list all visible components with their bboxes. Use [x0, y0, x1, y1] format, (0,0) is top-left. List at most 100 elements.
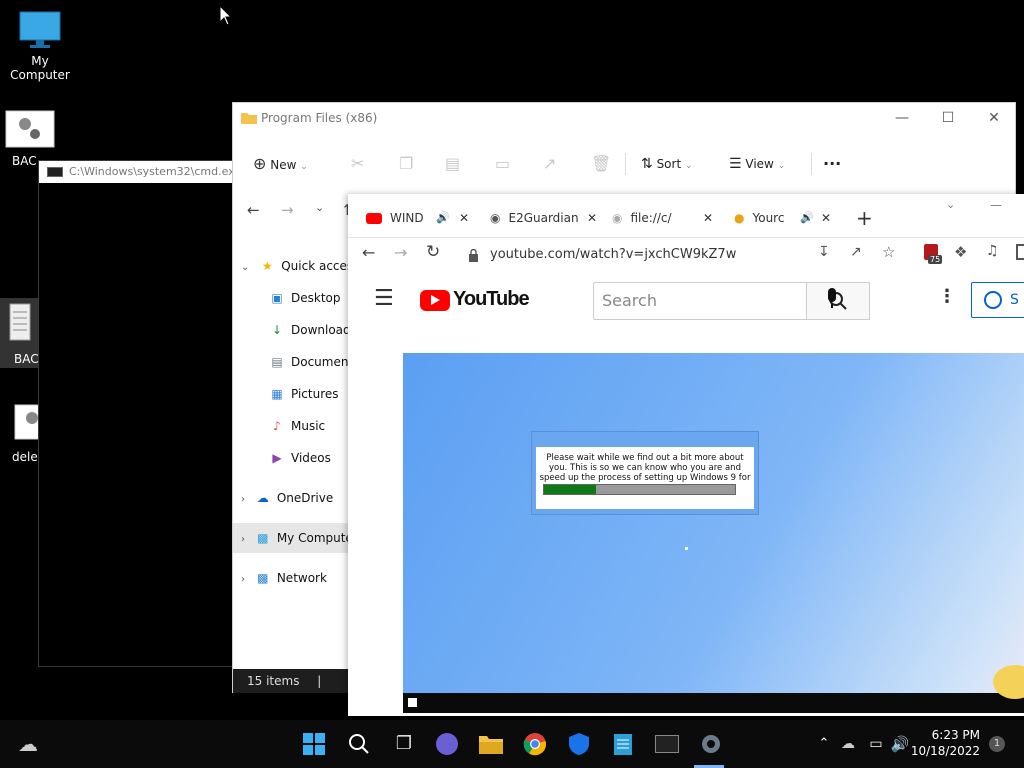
clock-date: 10/18/2022	[910, 744, 980, 758]
search-button[interactable]	[345, 730, 373, 758]
media-control-icon[interactable]: ♫	[986, 243, 999, 259]
chrome-icon[interactable]	[521, 730, 549, 758]
rename-icon[interactable]: ▭	[495, 151, 510, 177]
minimize-button[interactable]: —	[990, 198, 1002, 212]
install-icon[interactable]: ↧	[818, 244, 830, 260]
document-icon: ▤	[271, 355, 283, 369]
tree-item-onedrive[interactable]: › ☁ OneDrive	[233, 483, 351, 513]
security-shield-icon[interactable]	[565, 730, 593, 758]
item-count: 15 items	[247, 674, 300, 688]
view-icon: ☰	[729, 156, 742, 172]
start-button[interactable]	[300, 730, 328, 758]
youtube-play-icon	[420, 290, 450, 311]
desktop-icon-my-computer[interactable]: My Computer	[0, 10, 80, 82]
back-arrow-icon[interactable]: ←	[247, 201, 260, 219]
tab-label: file://c/	[630, 211, 672, 225]
video-player[interactable]: Please wait while we find out a bit more…	[403, 353, 1024, 713]
forward-arrow-icon[interactable]: →	[281, 201, 294, 219]
tree-item-pictures[interactable]: ▦ Pictures	[233, 379, 351, 409]
desktop-icon-bac-1[interactable]: BAC	[0, 110, 62, 168]
tree-item-desktop[interactable]: ▣ Desktop	[233, 283, 351, 313]
tree-item-music[interactable]: ♪ Music	[233, 411, 351, 441]
sort-icon: ⇅	[641, 156, 653, 172]
cmd-window[interactable]: C:\Windows\system32\cmd.ex	[38, 160, 238, 667]
recent-dropdown-icon[interactable]: ⌄	[315, 201, 324, 214]
tab-close-icon[interactable]: ✕	[584, 204, 600, 232]
maximize-button[interactable]: ☐	[925, 103, 971, 133]
plus-circle-icon: ⊕	[253, 154, 267, 173]
cut-icon[interactable]: ✂	[351, 151, 364, 177]
new-tab-button[interactable]: +	[856, 206, 873, 230]
tab-close-icon[interactable]: ✕	[818, 204, 834, 232]
desktop-icon-delet[interactable]: delet	[0, 404, 42, 464]
tab-close-icon[interactable]: ✕	[456, 204, 472, 232]
tree-item-quick-access[interactable]: ⌄ ★ Quick access	[233, 251, 351, 281]
tree-item-downloads[interactable]: ↓ Downloads	[233, 315, 351, 345]
copy-icon[interactable]: ❐	[399, 151, 413, 177]
tab-label: E2Guardian	[508, 211, 579, 225]
download-icon: ↓	[271, 323, 283, 337]
tree-item-label: Documents	[291, 355, 351, 369]
puzzle-icon[interactable]: ❖	[954, 243, 967, 261]
explorer-title-bar[interactable]: Program Files (x86) — ☐ ✕	[233, 103, 1015, 133]
back-arrow-icon[interactable]: ←	[362, 243, 375, 262]
tab-file[interactable]: ◉ file://c/ ✕	[612, 204, 716, 232]
forward-arrow-icon[interactable]: →	[394, 243, 407, 262]
tab-label: WIND	[390, 211, 424, 225]
tab-yourc[interactable]: ● Yourc 🔊 ✕	[734, 204, 836, 232]
sort-label: Sort	[656, 157, 682, 171]
share-icon[interactable]: ↗	[850, 244, 862, 260]
new-button[interactable]: ⊕ New ⌄	[253, 151, 308, 177]
notepad-icon[interactable]	[609, 730, 637, 758]
sign-in-button[interactable]: S	[971, 282, 1024, 318]
tab-e2guardian[interactable]: ◉ E2Guardian ✕	[490, 204, 600, 232]
file-explorer-icon[interactable]	[477, 730, 505, 758]
minimize-button[interactable]: —	[879, 103, 925, 133]
reload-icon[interactable]: ↻	[426, 242, 440, 262]
mouse-cursor-icon	[219, 5, 233, 26]
speaker-icon: 🔊	[800, 211, 814, 224]
share-icon[interactable]: ↗	[543, 151, 556, 177]
clock[interactable]: 6:23 PM 10/18/2022	[910, 728, 980, 758]
settings-gear-icon[interactable]	[697, 730, 725, 758]
tree-item-label: OneDrive	[276, 491, 334, 505]
terminal-icon[interactable]	[653, 730, 681, 758]
voice-search-icon[interactable]	[826, 288, 838, 310]
view-button[interactable]: ☰ View ⌄	[729, 151, 785, 177]
desktop-icon-bac-2[interactable]: BAC	[0, 298, 40, 368]
network-icon: ▩	[257, 571, 269, 585]
chrome-window[interactable]: WIND 🔊 ✕ ◉ E2Guardian ✕ ◉ file://c/ ✕ ● You…	[348, 194, 1024, 716]
tree-item-network[interactable]: › ▩ Network	[233, 563, 351, 593]
tab-close-icon[interactable]: ✕	[700, 204, 716, 232]
more-options-icon[interactable]: ⋮	[938, 286, 956, 307]
teams-chat-icon[interactable]	[433, 730, 461, 758]
tree-item-videos[interactable]: ▶ Videos	[233, 443, 351, 473]
task-view-icon[interactable]: ❐	[390, 730, 418, 758]
paste-icon[interactable]: ▤	[445, 151, 460, 177]
close-button[interactable]: ✕	[971, 103, 1017, 133]
side-panel-icon[interactable]	[1016, 244, 1024, 260]
explorer-command-bar: ⊕ New ⌄ ✂ ❐ ▤ ▭ ↗ 🗑 ⇅ Sort ⌄ ☰ View ⌄ ··…	[233, 143, 1015, 183]
youtube-wordmark: YouTube	[453, 288, 530, 310]
search-button[interactable]	[806, 282, 870, 320]
windows-logo-icon	[303, 733, 325, 755]
cmd-title-bar[interactable]: C:\Windows\system32\cmd.ex	[39, 161, 237, 183]
more-options-button[interactable]: ···	[823, 151, 841, 177]
divider	[811, 153, 812, 175]
tree-item-label: Music	[291, 419, 326, 433]
bookmark-star-icon[interactable]: ☆	[882, 243, 895, 261]
tree-item-documents[interactable]: ▤ Documents	[233, 347, 351, 377]
tab-youtube[interactable]: WIND 🔊 ✕	[366, 204, 478, 232]
chevron-down-icon: ⌄	[300, 162, 308, 172]
delete-icon[interactable]: 🗑	[591, 151, 611, 177]
onedrive-offline-icon[interactable]: ☁	[834, 730, 862, 758]
weather-icon[interactable]: ☁	[14, 730, 42, 758]
address-bar[interactable]: youtube.com/watch?v=jxchCW9kZ7w	[458, 241, 878, 269]
hamburger-menu-icon[interactable]: ☰	[374, 286, 394, 311]
search-input[interactable]: Search	[593, 282, 807, 320]
text-file-icon	[9, 303, 31, 341]
notification-badge[interactable]: 1	[989, 736, 1005, 752]
tree-item-my-computer[interactable]: › ▩ My Computer	[233, 523, 351, 553]
tab-search-icon[interactable]: ⌄	[946, 198, 955, 211]
sort-button[interactable]: ⇅ Sort ⌄	[641, 151, 693, 177]
